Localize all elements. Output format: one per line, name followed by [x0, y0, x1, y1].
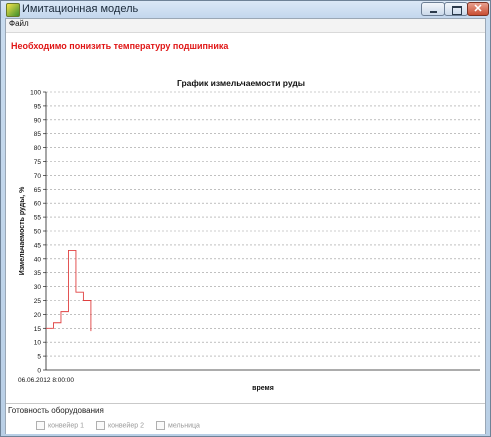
y-tick-label: 65	[34, 187, 42, 194]
equipment-readiness-panel: Готовность оборудования конвейер 1 конве…	[6, 403, 485, 434]
chart-title: График измельчаемости руды	[177, 78, 305, 88]
y-tick-label: 55	[34, 215, 42, 222]
checkbox-label: конвейер 2	[108, 422, 144, 430]
title-bar[interactable]: Имитационная модель ✕	[1, 1, 490, 18]
window-title: Имитационная модель	[22, 3, 139, 15]
checkbox-label: мельница	[168, 422, 200, 430]
checkbox-box	[96, 421, 105, 430]
y-tick-label: 50	[34, 229, 42, 236]
y-tick-label: 85	[34, 131, 42, 138]
y-tick-label: 90	[34, 117, 42, 124]
y-axis-label: Измельчаемость руды, %	[19, 186, 26, 275]
y-tick-label: 95	[34, 103, 42, 110]
maximize-icon	[452, 6, 462, 15]
checkbox-conveyor-2[interactable]: конвейер 2	[96, 421, 144, 430]
y-tick-label: 60	[34, 201, 42, 208]
checkbox-conveyor-1[interactable]: конвейер 1	[36, 421, 84, 430]
x-tick-label: 06.06.2012 8:00:00	[18, 377, 74, 384]
client-area: Файл Необходимо понизить температуру под…	[5, 18, 486, 434]
y-tick-label: 70	[34, 173, 42, 180]
y-tick-label: 15	[34, 326, 42, 333]
checkbox-label: конвейер 1	[48, 422, 84, 430]
y-tick-label: 25	[34, 298, 42, 305]
app-icon	[6, 3, 20, 17]
minimize-icon	[430, 11, 437, 13]
ore-grindability-chart: График измельчаемости руды 0 5 10 15 20 25 30 35…	[18, 78, 480, 392]
y-tick-label: 100	[30, 90, 41, 97]
y-tick-label: 5	[37, 354, 41, 361]
y-tick-label: 75	[34, 159, 42, 166]
equipment-panel-title: Готовность оборудования	[8, 406, 104, 415]
checkbox-box	[36, 421, 45, 430]
y-tick-label: 30	[34, 284, 42, 291]
y-tick-label: 20	[34, 312, 42, 319]
checkbox-box	[156, 421, 165, 430]
maximize-button[interactable]	[444, 2, 468, 16]
y-tick-label: 10	[34, 340, 42, 347]
y-tick-label: 0	[37, 368, 41, 375]
minimize-button[interactable]	[421, 2, 445, 16]
y-tick-label: 40	[34, 256, 42, 263]
close-button[interactable]: ✕	[467, 2, 489, 16]
y-tick-label: 80	[34, 145, 42, 152]
x-axis-label: время	[252, 385, 274, 392]
app-window: Имитационная модель ✕ Файл Необходимо по…	[0, 0, 491, 437]
checkbox-mill[interactable]: мельница	[156, 421, 200, 430]
y-tick-label: 45	[34, 242, 42, 249]
close-icon: ✕	[473, 3, 483, 15]
series-line	[46, 250, 92, 332]
y-tick-label: 35	[34, 270, 42, 277]
